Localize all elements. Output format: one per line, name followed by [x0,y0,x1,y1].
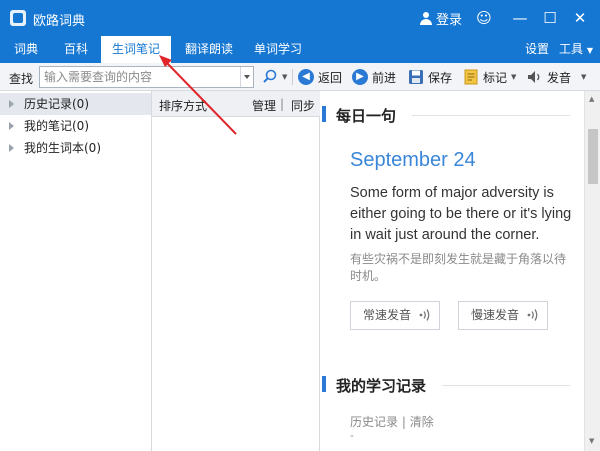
chevron-down-icon: ▼ [282,73,288,81]
tab-word-study[interactable]: 单词学习 [247,36,309,63]
normal-speed-speak-button[interactable]: 常速发音 [350,301,440,330]
arrow-left-icon: ◀ [298,69,314,85]
slow-speed-speak-button[interactable]: 慢速发音 [458,301,548,330]
search-icon [263,69,277,83]
chevron-down-icon: ▼ [586,46,593,55]
search-label: 查找 [9,72,34,86]
daily-sentence-chinese: 有些灾祸不是即刻发生就是藏于角落以待时机。 [350,252,567,283]
sort-by-button[interactable]: 排序方式 [159,97,207,114]
toolbar-divider [292,69,293,85]
section-marker [322,106,326,122]
chevron-down-icon: ▼ [581,73,587,81]
note-icon [464,69,478,85]
daily-sentence-english: Some form of major adversity is either g… [350,185,572,243]
maximize-button[interactable]: ☐ [538,6,562,30]
save-label: 保存 [428,70,453,85]
tree-item-label: 我的生词本(0) [24,141,101,155]
expand-arrow-icon [9,144,14,152]
minimize-button[interactable]: — [508,6,532,30]
word-list-pane: 排序方式 管理 | 同步 [152,91,320,451]
main-tab-bar: 词典 百科 生词笔记 翻译朗读 单词学习 设置 工具 ▼ [0,36,600,63]
tools-menu[interactable]: 工具 ▼ [556,36,596,63]
manage-button[interactable]: 管理 [252,97,276,114]
tree-item-my-notes[interactable]: 我的笔记(0) [0,115,151,137]
floppy-disk-icon [409,70,423,84]
sync-button[interactable]: 同步 [291,97,315,114]
daily-sentence-title: 每日一句 [336,107,397,125]
user-icon [420,11,432,26]
chevron-down-icon: ▼ [511,73,517,81]
tree-item-history[interactable]: 历史记录(0) [0,93,151,115]
study-record-title: 我的学习记录 [336,377,427,395]
back-label: 返回 [318,70,343,85]
search-input[interactable] [40,67,240,87]
pronounce-button[interactable]: 发音 ▼ [527,67,586,87]
sound-wave-icon [419,309,430,321]
tools-label: 工具 [559,42,584,56]
clear-link[interactable]: 清除 [410,415,434,429]
save-button[interactable]: 保存 [408,67,452,87]
search-button[interactable]: ▼ [262,67,287,87]
content-scrollbar[interactable]: ▲ ▼ [584,91,600,451]
tab-translate-read[interactable]: 翻译朗读 [176,36,242,63]
daily-content-pane: 每日一句 September 24 Some form of major adv… [320,91,584,451]
scroll-thumb[interactable] [588,129,598,184]
normal-speed-label: 常速发音 [363,308,412,322]
app-title: 欧路词典 [33,14,86,29]
speaker-icon [528,71,540,83]
forward-button[interactable]: ▶ 前进 [352,67,396,87]
tab-vocab-notes[interactable]: 生词笔记 [101,36,171,63]
scroll-up-arrow-icon[interactable]: ▲ [589,95,594,103]
history-link[interactable]: 历史记录 [350,415,398,429]
app-logo-icon [10,10,26,26]
section-divider [412,115,570,116]
expand-arrow-icon [9,100,14,108]
login-label: 登录 [436,13,463,28]
tree-item-label: 历史记录(0) [24,97,89,111]
tag-label: 标记 [483,70,508,85]
section-divider [442,385,570,386]
link-divider: | [401,415,406,429]
settings-menu[interactable]: 设置 [521,36,553,63]
tag-button[interactable]: 标记 ▼ [463,67,516,87]
back-button[interactable]: ◀ 返回 [298,67,342,87]
skin-smiley-icon[interactable]: ☺ [472,6,496,30]
pronounce-label: 发音 [547,70,572,85]
list-header: 排序方式 管理 | 同步 [152,91,320,117]
study-record-links: 历史记录 | 清除 [350,413,434,430]
tab-dictionary[interactable]: 词典 [6,36,46,63]
tree-item-label: 我的笔记(0) [24,119,89,133]
title-bar: 欧路词典 登录 ☺ — ☐ ✕ [0,0,600,36]
daily-date: September 24 [350,149,476,171]
section-marker [322,376,326,392]
sound-wave-icon [527,309,538,321]
tree-item-vocab-book[interactable]: 我的生词本(0) [0,137,151,159]
arrow-right-icon: ▶ [352,69,368,85]
slow-speed-label: 慢速发音 [471,308,520,322]
search-combobox [39,66,254,88]
expand-arrow-icon [9,122,14,130]
notebook-tree: 历史记录(0) 我的笔记(0) 我的生词本(0) [0,91,152,451]
scroll-down-arrow-icon[interactable]: ▼ [589,437,594,445]
toolbar: 查找 ▼ ◀ 返回 ▶ 前进 保存 标记 ▼ 发音 ▼ [0,63,600,91]
close-button[interactable]: ✕ [568,6,592,30]
tab-encyclopedia[interactable]: 百科 [56,36,96,63]
forward-label: 前进 [372,70,397,85]
history-empty-dash: - [350,429,354,442]
list-header-divider: | [280,97,285,111]
login-button[interactable]: 登录 [420,9,462,28]
search-history-dropdown[interactable] [240,67,253,87]
